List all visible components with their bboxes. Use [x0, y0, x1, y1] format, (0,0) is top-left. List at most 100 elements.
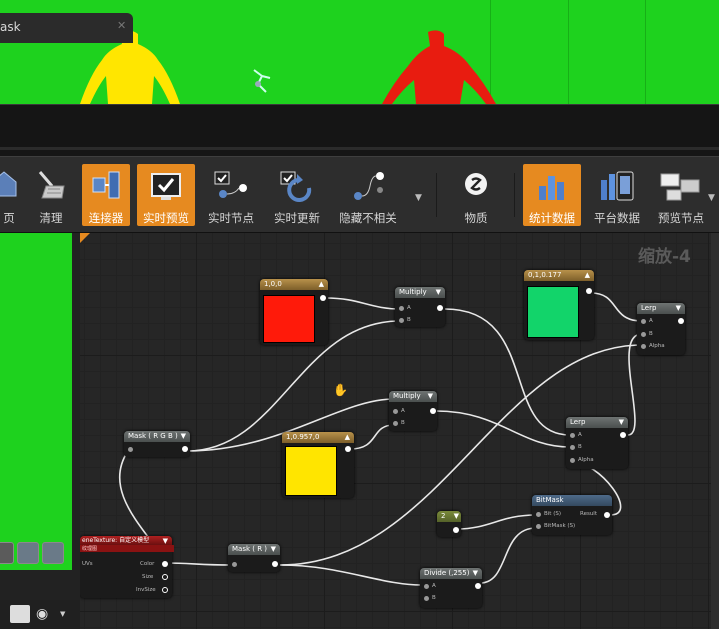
node-subtitle: 纹理图 — [80, 545, 174, 552]
wire — [590, 292, 643, 322]
collapse-arrow-icon[interactable]: ▼ — [676, 304, 681, 312]
output-pin[interactable] — [604, 512, 610, 518]
collapse-arrow-icon[interactable]: ▲ — [585, 271, 590, 279]
collapse-arrow-icon[interactable]: ▼ — [428, 392, 433, 400]
preview-cube-icon[interactable] — [17, 542, 39, 564]
input-pin-b[interactable] — [393, 421, 398, 426]
input-pin-b[interactable] — [641, 332, 646, 337]
collapse-arrow-icon[interactable]: ▼ — [181, 432, 186, 440]
output-pin[interactable] — [430, 408, 436, 414]
toolbar-label: 连接器 — [88, 211, 124, 225]
output-pin[interactable] — [272, 561, 278, 567]
eye-dropdown-chevron-icon[interactable]: ▼ — [60, 610, 65, 618]
preview-mesh-icon[interactable] — [42, 542, 64, 564]
input-pin-a[interactable] — [641, 319, 646, 324]
output-pin[interactable] — [453, 527, 459, 533]
toolbar-separator — [514, 173, 515, 217]
tab-underline — [0, 147, 719, 150]
toolbar-label: 隐藏不相关 — [339, 211, 397, 225]
pin-label: Alpha — [578, 457, 594, 463]
toolbar-overflow-chevron-icon[interactable]: ▼ — [415, 193, 422, 203]
toolbar-live-update-button[interactable]: 实时更新 — [268, 164, 326, 226]
input-pin-a[interactable] — [570, 433, 575, 438]
input-pin-alpha[interactable] — [641, 344, 646, 349]
live-nodes-icon — [214, 171, 247, 198]
toolbar-live-preview-button[interactable]: 实时预览 — [137, 164, 195, 226]
input-pin[interactable] — [128, 447, 133, 452]
node-lerp[interactable]: Lerp ▼ A B Alpha — [637, 303, 685, 355]
node-mask-r[interactable]: Mask ( R ) ▼ — [228, 544, 280, 572]
node-multiply[interactable]: Multiply ▼ A B — [389, 391, 437, 431]
output-pin[interactable] — [475, 583, 481, 589]
input-pin-a[interactable] — [399, 306, 404, 311]
output-pin[interactable] — [620, 432, 626, 438]
input-pin[interactable] — [232, 562, 237, 567]
output-pin[interactable] — [320, 295, 326, 301]
node-multiply[interactable]: Multiply ▼ A B — [395, 287, 445, 327]
output-pin[interactable] — [182, 446, 188, 452]
wire — [165, 562, 231, 566]
collapse-arrow-icon[interactable]: ▼ — [436, 288, 441, 296]
platform-stats-icon — [601, 171, 634, 201]
toolbar-connector-button[interactable]: 连接器 — [82, 164, 130, 226]
eye-icon[interactable]: ◉ — [36, 605, 58, 623]
input-pin-b[interactable] — [570, 445, 575, 450]
input-pin-b[interactable] — [399, 318, 404, 323]
collapse-arrow-icon[interactable]: ▲ — [345, 433, 350, 441]
toolbar-live-nodes-button[interactable]: 实时节点 — [202, 164, 260, 226]
output-pin[interactable] — [586, 288, 592, 294]
input-pin-bit[interactable] — [536, 512, 541, 517]
material-graph-canvas[interactable]: 1,0,0 ▲ 0,1,0.177 ▲ 1,0.957,0 ▲ Multiply… — [80, 233, 719, 629]
wire — [479, 527, 537, 584]
pin-label: B — [407, 317, 411, 323]
input-pin-bitmask[interactable] — [536, 524, 541, 529]
collapse-arrow-icon[interactable]: ▲ — [319, 280, 324, 288]
input-pin-alpha[interactable] — [570, 458, 575, 463]
node-mask-rgb[interactable]: Mask ( R G B ) ▼ — [124, 431, 190, 457]
node-texture-sample[interactable]: eneTexture: 自定义模型 纹理图 ▼ UVs Color Size I… — [80, 536, 174, 598]
color-swatch — [263, 295, 315, 343]
toolbar-home-button[interactable]: 页 — [0, 164, 22, 226]
toolbar-platform-stats-button[interactable]: 平台数据 — [588, 164, 646, 226]
preview-node-icon — [660, 173, 700, 201]
preview-toolbar — [0, 540, 72, 570]
input-pin-a[interactable] — [424, 584, 429, 589]
node-constant-red[interactable]: 1,0,0 ▲ — [260, 279, 328, 345]
toolbar-more-chevron-icon[interactable]: ▼ — [708, 193, 715, 203]
node-constant-yellow[interactable]: 1,0.957,0 ▲ — [282, 432, 354, 498]
broom-icon — [38, 171, 65, 199]
input-pin-a[interactable] — [393, 409, 398, 414]
collapse-arrow-icon[interactable]: ▼ — [271, 545, 276, 553]
node-constant-green[interactable]: 0,1,0.177 ▲ — [524, 270, 594, 340]
output-pin[interactable] — [345, 446, 351, 452]
toolbar-clean-button[interactable]: 清理 — [29, 164, 73, 226]
zoom-level-label: 缩放-4 — [638, 247, 691, 267]
toolbar-label: 预览节点 — [658, 211, 704, 225]
list-view-icon[interactable] — [10, 605, 30, 623]
collapse-arrow-icon[interactable]: ▼ — [163, 537, 168, 545]
node-divide[interactable]: Divide (,255) ▼ A B — [420, 568, 482, 608]
toolbar-stats-button[interactable]: 统计数据 — [523, 164, 581, 226]
node-constant-2[interactable]: 2 ▼ — [437, 511, 461, 537]
output-pin-size[interactable] — [162, 574, 168, 580]
collapse-arrow-icon[interactable]: ▼ — [473, 569, 478, 577]
output-pin-color[interactable] — [162, 561, 168, 567]
node-lerp[interactable]: Lerp ▼ A B Alpha — [566, 417, 628, 469]
pin-label: A — [407, 305, 411, 311]
collapse-arrow-icon[interactable]: ▼ — [619, 418, 624, 426]
output-pin-invsize[interactable] — [162, 587, 168, 593]
toolbar-separator — [436, 173, 437, 217]
output-pin[interactable] — [437, 305, 443, 311]
collapse-arrow-icon[interactable]: ▼ — [454, 512, 459, 520]
graph-scrollbar[interactable] — [711, 233, 719, 629]
tab-close-icon[interactable]: ✕ — [117, 19, 126, 32]
material-preview-viewport[interactable] — [0, 233, 72, 570]
preview-plane-icon[interactable] — [0, 542, 14, 564]
toolbar-material-button[interactable]: 物质 — [452, 164, 500, 226]
output-pin[interactable] — [678, 318, 684, 324]
node-bitmask[interactable]: BitMask Bit (S) BitMask (S) Result — [532, 495, 612, 535]
node-title: eneTexture: 自定义模型 — [80, 536, 172, 545]
input-pin-b[interactable] — [424, 596, 429, 601]
toolbar-preview-node-button[interactable]: 预览节点 — [652, 164, 710, 226]
toolbar-hide-unrelated-button[interactable]: 隐藏不相关 — [334, 164, 402, 226]
